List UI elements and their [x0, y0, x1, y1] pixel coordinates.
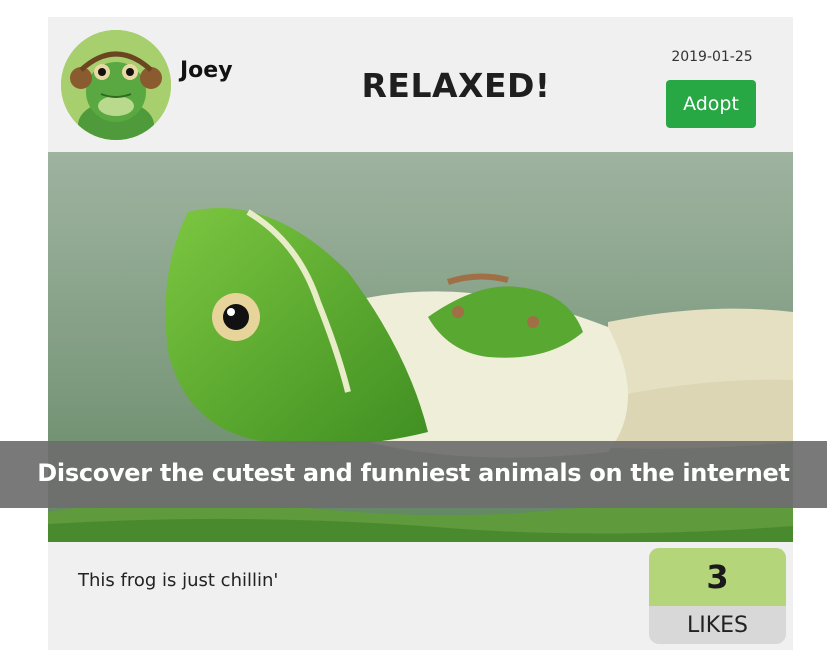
post-header: Joey RELAXED! 2019-01-25 Adopt: [48, 17, 793, 152]
username: Joey: [180, 58, 233, 83]
promo-banner-text: Discover the cutest and funniest animals…: [37, 459, 790, 487]
adopt-button[interactable]: Adopt: [666, 80, 756, 128]
likes-label: LIKES: [686, 613, 749, 638]
likes-count: 3: [649, 548, 786, 606]
user-avatar[interactable]: [61, 30, 171, 140]
likes-button[interactable]: 3 LIKES: [649, 548, 786, 644]
frog-avatar-image: [61, 30, 171, 140]
post-description: This frog is just chillin': [78, 570, 279, 591]
post-footer: This frog is just chillin' 3 LIKES: [48, 542, 793, 650]
post-card: Joey RELAXED! 2019-01-25 Adopt This frog…: [48, 17, 793, 650]
post-title: RELAXED!: [361, 66, 551, 105]
promo-banner: Discover the cutest and funniest animals…: [0, 441, 827, 508]
post-date: 2019-01-25: [671, 49, 753, 65]
